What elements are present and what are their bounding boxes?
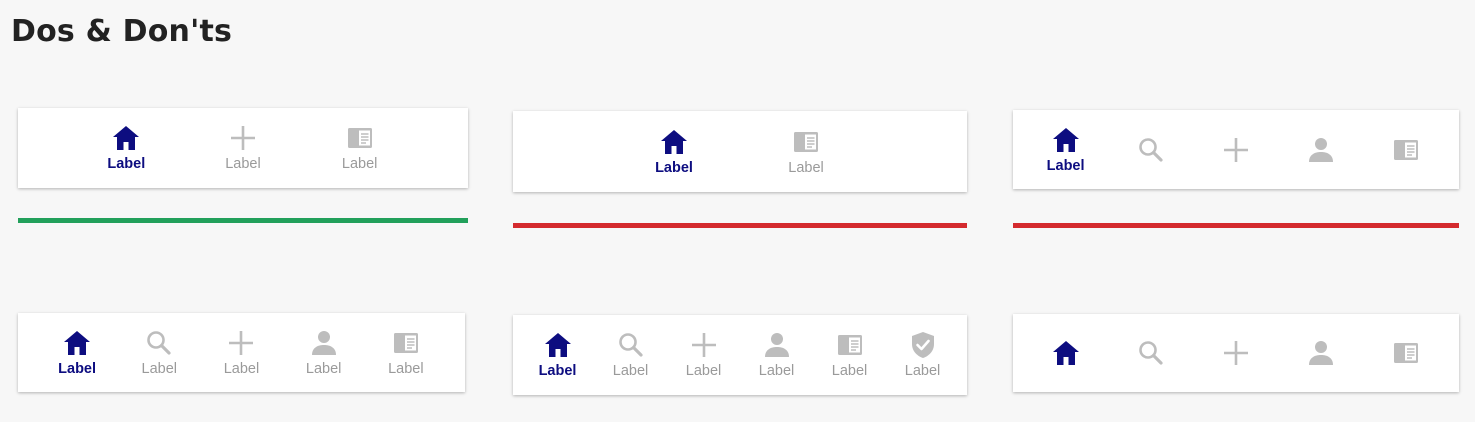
search-icon bbox=[1136, 338, 1166, 368]
nav-tab-reader[interactable]: Label bbox=[818, 330, 882, 380]
nav-tab-reader[interactable] bbox=[1374, 135, 1438, 165]
reader-icon bbox=[345, 123, 375, 153]
shield-check-icon bbox=[908, 330, 938, 360]
nav-tab-plus[interactable] bbox=[1204, 135, 1268, 165]
nav-tab-label: Label bbox=[538, 363, 577, 379]
nav-tab-label: Label bbox=[141, 360, 178, 377]
search-icon bbox=[1136, 135, 1166, 165]
nav-tab-label: Label bbox=[58, 360, 97, 377]
nav-tab-home[interactable]: Label bbox=[1034, 125, 1098, 175]
person-icon bbox=[1306, 135, 1336, 165]
plus-icon bbox=[1221, 338, 1251, 368]
nav-tab-person[interactable] bbox=[1289, 338, 1353, 368]
search-icon bbox=[144, 328, 174, 358]
home-icon bbox=[659, 127, 689, 157]
nav-tab-label: Label bbox=[223, 360, 260, 377]
nav-tab-label: Label bbox=[1046, 157, 1085, 174]
nav-tab-reader[interactable]: Label bbox=[374, 328, 438, 378]
bottom-nav-bar: Label bbox=[1013, 110, 1459, 189]
person-icon bbox=[309, 328, 339, 358]
home-icon bbox=[111, 123, 141, 153]
page-title: Dos & Don'ts bbox=[11, 14, 233, 49]
nav-tab-search[interactable]: Label bbox=[599, 330, 663, 380]
nav-tab-label: Label bbox=[388, 360, 424, 377]
nav-tab-plus[interactable]: Label bbox=[672, 330, 736, 380]
nav-tab-home[interactable]: Label bbox=[642, 127, 706, 177]
bottom-nav-bar: Label Label bbox=[513, 111, 967, 192]
nav-tab-reader[interactable]: Label bbox=[328, 123, 392, 173]
reader-icon bbox=[391, 328, 421, 358]
nav-tab-search[interactable] bbox=[1119, 135, 1183, 165]
nav-tab-person[interactable]: Label bbox=[745, 330, 809, 380]
nav-tab-label: Label bbox=[612, 363, 649, 379]
nav-tab-label: Label bbox=[341, 156, 378, 172]
nav-tab-label: Label bbox=[904, 363, 941, 379]
plus-icon bbox=[1221, 135, 1251, 165]
dont-indicator bbox=[1013, 223, 1459, 228]
reader-icon bbox=[835, 330, 865, 360]
bottom-nav-bar: Label Label Label bbox=[18, 108, 468, 188]
nav-tab-reader[interactable]: Label bbox=[774, 127, 838, 177]
plus-icon bbox=[228, 123, 258, 153]
nav-tab-label: Label bbox=[107, 156, 146, 172]
nav-tab-plus[interactable]: Label bbox=[211, 123, 275, 173]
home-icon bbox=[62, 328, 92, 358]
person-icon bbox=[762, 330, 792, 360]
nav-tab-home[interactable]: Label bbox=[526, 330, 590, 380]
nav-tab-label: Label bbox=[225, 156, 261, 172]
reader-icon bbox=[1391, 135, 1421, 165]
nav-tab-label: Label bbox=[685, 363, 722, 379]
plus-icon bbox=[689, 330, 719, 360]
nav-tab-plus[interactable] bbox=[1204, 338, 1268, 368]
nav-tab-label: Label bbox=[788, 159, 824, 176]
nav-tab-home[interactable] bbox=[1034, 338, 1098, 368]
nav-tab-home[interactable]: Label bbox=[45, 328, 109, 378]
nav-tab-person[interactable]: Label bbox=[292, 328, 356, 378]
reader-icon bbox=[791, 127, 821, 157]
nav-tab-plus[interactable]: Label bbox=[209, 328, 273, 378]
nav-tab-search[interactable]: Label bbox=[127, 328, 191, 378]
bottom-nav-bar: Label Label Label Label Label bbox=[18, 313, 465, 392]
reader-icon bbox=[1391, 338, 1421, 368]
nav-tab-label: Label bbox=[655, 159, 693, 176]
nav-tab-reader[interactable] bbox=[1374, 338, 1438, 368]
plus-icon bbox=[226, 328, 256, 358]
search-icon bbox=[616, 330, 646, 360]
nav-tab-search[interactable] bbox=[1119, 338, 1183, 368]
nav-tab-label: Label bbox=[831, 363, 868, 379]
person-icon bbox=[1306, 338, 1336, 368]
nav-tab-label: Label bbox=[758, 363, 795, 379]
bottom-nav-bar: Label Label Label Label Label Label bbox=[513, 315, 967, 395]
nav-tab-home[interactable]: Label bbox=[94, 123, 158, 173]
home-icon bbox=[1051, 125, 1081, 155]
dont-indicator bbox=[513, 223, 967, 228]
nav-tab-person[interactable] bbox=[1289, 135, 1353, 165]
home-icon bbox=[1051, 338, 1081, 368]
nav-tab-shield-check[interactable]: Label bbox=[891, 330, 955, 380]
nav-tab-label: Label bbox=[305, 360, 342, 377]
bottom-nav-bar bbox=[1013, 314, 1459, 392]
do-indicator bbox=[18, 218, 468, 223]
home-icon bbox=[543, 330, 573, 360]
